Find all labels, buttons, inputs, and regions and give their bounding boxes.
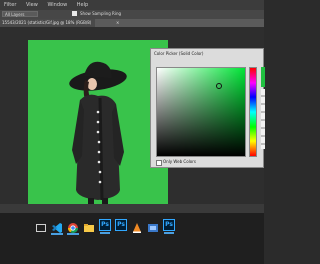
taskbar: Ps Ps Ps [0, 213, 264, 264]
chrome-icon[interactable] [67, 219, 79, 235]
hue-slider[interactable] [249, 67, 257, 157]
menu-view[interactable]: View [26, 2, 38, 8]
menu-window[interactable]: Window [47, 2, 67, 8]
color-values-panel [261, 89, 265, 149]
only-web-colors-checkbox[interactable] [156, 160, 162, 166]
options-bar: All Layers Show Sampling Ring [0, 10, 264, 19]
menu-help[interactable]: Help [77, 2, 88, 8]
close-tab-icon[interactable]: × [116, 19, 119, 27]
new-color-swatch [261, 67, 265, 87]
menu-filter[interactable]: Filter [4, 2, 16, 8]
model-photo [69, 61, 127, 210]
show-sampling-ring-checkbox[interactable] [72, 11, 77, 16]
document-tab-title: 15543/2021 (statistic/Gif.jpg @ 18% (RGB… [2, 20, 92, 25]
vlc-icon[interactable] [131, 219, 143, 233]
task-view-icon[interactable] [35, 219, 47, 232]
color-picker-dialog: Color Picker (Solid Color) Only Web Colo… [150, 48, 265, 168]
document-tab-bar: 15543/2021 (statistic/Gif.jpg @ 18% (RGB… [0, 19, 264, 27]
color-selection-ring[interactable] [216, 83, 222, 89]
menu-bar: Filter View Window Help [0, 0, 264, 10]
photoshop-3-icon[interactable]: Ps [163, 219, 175, 234]
show-sampling-ring-label: Show Sampling Ring [80, 11, 122, 16]
photoshop-icon[interactable]: Ps [99, 219, 111, 234]
photoshop-2-icon[interactable]: Ps [115, 219, 127, 231]
color-field[interactable] [156, 67, 246, 157]
file-explorer-icon[interactable] [83, 219, 95, 232]
only-web-colors-label: Only Web Colors [163, 159, 196, 164]
vscode-icon[interactable] [51, 219, 63, 235]
status-bar [0, 204, 264, 213]
image-canvas[interactable] [28, 40, 168, 211]
document-tab[interactable]: 15543/2021 (statistic/Gif.jpg @ 18% (RGB… [0, 19, 96, 27]
color-picker-title: Color Picker (Solid Color) [154, 51, 204, 56]
sample-layers-dropdown[interactable]: All Layers [2, 11, 38, 17]
app-grid-icon[interactable] [147, 219, 159, 232]
